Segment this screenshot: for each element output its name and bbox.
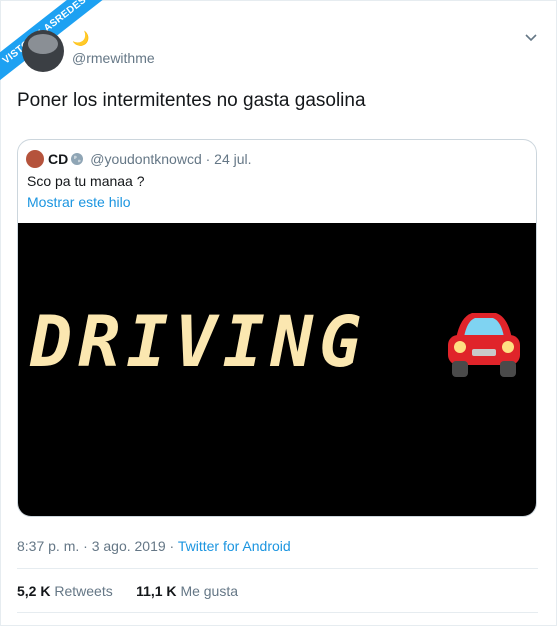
timestamp-text[interactable]: 8:37 p. m. · 3 ago. 2019 · (17, 538, 178, 554)
retweets-count[interactable]: 5,2 K (17, 583, 50, 599)
quoted-handle-date: @youdontknowcd · 24 jul. (90, 151, 252, 167)
tweet-source-link[interactable]: Twitter for Android (178, 538, 291, 554)
quoted-header: CD @youdontknowcd · 24 jul. (26, 150, 252, 168)
tweet-stats: 5,2 K Retweets 11,1 K Me gusta (17, 583, 238, 599)
display-name-moon[interactable]: 🌙 (72, 30, 89, 47)
car-icon (448, 313, 520, 377)
tweet-timestamp: 8:37 p. m. · 3 ago. 2019 · Twitter for A… (17, 538, 291, 554)
show-thread-link[interactable]: Mostrar este hilo (27, 194, 130, 210)
likes-label[interactable]: Me gusta (180, 583, 238, 599)
quoted-name: CD (48, 151, 69, 167)
retweets-label[interactable]: Retweets (54, 583, 112, 599)
quoted-text: Sco pa tu manaa ? (27, 173, 145, 189)
divider (17, 568, 538, 569)
likes-count[interactable]: 11,1 K (136, 583, 176, 599)
quoted-tweet[interactable]: CD @youdontknowcd · 24 jul. Sco pa tu ma… (17, 139, 537, 517)
media-driving-text: DRIVING (30, 301, 368, 383)
tweet-text: Poner los intermitentes no gasta gasolin… (17, 90, 366, 111)
quoted-media[interactable]: DRIVING (18, 223, 536, 516)
divider (17, 612, 538, 613)
chevron-down-icon[interactable] (525, 32, 537, 44)
user-handle[interactable]: @rmewithme (72, 50, 155, 66)
quoted-avatar (26, 150, 44, 168)
avatar[interactable] (22, 30, 64, 72)
globe-icon (71, 153, 84, 165)
